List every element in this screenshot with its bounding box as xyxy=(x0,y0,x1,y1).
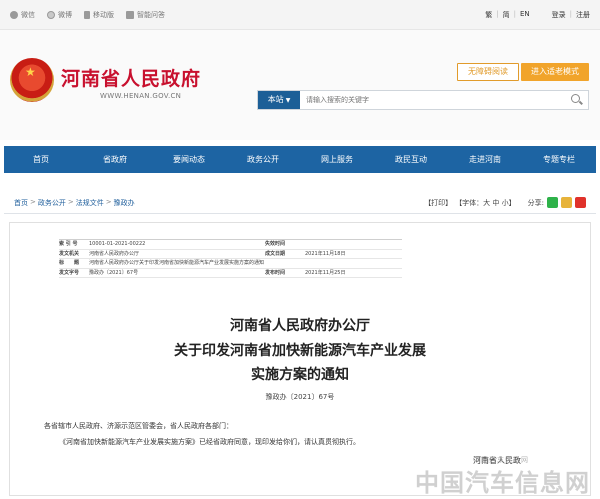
meta-value xyxy=(305,240,402,249)
document-title-line: 关于印发河南省加快新能源汽车产业发展 xyxy=(174,343,426,359)
meta-value: 2021年11月18日 xyxy=(305,250,346,257)
search-input[interactable] xyxy=(306,92,556,108)
barrier-free-button[interactable]: 无障碍阅读 xyxy=(457,63,519,81)
nav-interaction[interactable]: 政民互动 xyxy=(374,146,448,173)
font-size-control[interactable]: 【字体：大 中 小】 xyxy=(455,198,515,208)
meta-value: 河南省人民政府办公厅关于印发河南省加快新能源汽车产业发展实施方案的通知 xyxy=(89,260,265,266)
weibo-icon xyxy=(47,11,55,19)
meta-value: 10001-01-2021-00222 xyxy=(89,241,146,247)
separator: | xyxy=(513,10,516,18)
main-nav: 首页 省政府 要闻动态 政务公开 网上服务 政民互动 走进河南 专题专栏 xyxy=(4,146,596,173)
top-links: 微信 微博 移动版 智能问答 xyxy=(10,10,165,20)
crumb-gov-affairs[interactable]: 政务公开 xyxy=(38,198,66,208)
document-number: 豫政办〔2021〕67号 xyxy=(265,393,335,401)
crumb-separator: > xyxy=(105,198,112,206)
weibo-share-icon[interactable] xyxy=(575,197,586,208)
nav-gov-affairs[interactable]: 政务公开 xyxy=(226,146,300,173)
separator: | xyxy=(496,10,499,18)
qa-link[interactable]: 智能问答 xyxy=(126,10,165,20)
login-link[interactable]: 登录 xyxy=(552,10,566,20)
watermark: 中国汽车信息网 中国汽车信息网 xyxy=(415,456,590,498)
lang-simplified[interactable]: 简 xyxy=(503,10,510,20)
meta-key: 发文字号 xyxy=(59,269,80,276)
register-link[interactable]: 注册 xyxy=(576,10,590,20)
share-label: 分享: xyxy=(527,198,544,207)
search-scope-select[interactable]: 本站 ▼ xyxy=(258,91,300,109)
meta-row: 索 引 号 10001-01-2021-00222 失效时间 xyxy=(59,240,402,250)
qa-icon xyxy=(126,11,134,19)
meta-key: 索 引 号 xyxy=(59,241,78,247)
meta-value: 豫政办〔2021〕67号 xyxy=(89,269,139,276)
mobile-link[interactable]: 移动版 xyxy=(84,10,114,20)
nav-provincial-gov[interactable]: 省政府 xyxy=(78,146,152,173)
breadcrumb-bar: 首页 > 政务公开 > 法规文件 > 豫政办 【打印】 【字体：大 中 小】 分享: xyxy=(4,190,596,214)
qzone-share-icon[interactable] xyxy=(561,197,572,208)
meta-row: 发文字号 豫政办〔2021〕67号 发布时间 2021年11月25日 xyxy=(59,269,402,278)
article-tools: 【打印】 【字体：大 中 小】 分享: xyxy=(424,197,586,208)
crumb-home[interactable]: 首页 xyxy=(14,198,28,208)
search-icon[interactable] xyxy=(571,94,580,103)
mobile-icon xyxy=(84,11,90,19)
nav-topics[interactable]: 专题专栏 xyxy=(522,146,596,173)
meta-key: 发布时间 xyxy=(265,269,286,276)
site-title[interactable]: 河南省人民政府 xyxy=(61,64,201,91)
wechat-share-icon[interactable] xyxy=(547,197,558,208)
breadcrumb: 首页 > 政务公开 > 法规文件 > 豫政办 xyxy=(14,198,135,208)
meta-value: 河南省人民政府办公厅 xyxy=(89,250,140,257)
document-meta-table: 索 引 号 10001-01-2021-00222 失效时间 发文机关 河南省人民政… xyxy=(59,239,402,278)
crumb-regulations[interactable]: 法规文件 xyxy=(76,198,104,208)
elder-mode-button[interactable]: 进入适老模式 xyxy=(521,63,589,81)
weibo-link[interactable]: 微博 xyxy=(47,10,72,20)
wechat-icon xyxy=(10,11,18,19)
nav-news[interactable]: 要闻动态 xyxy=(152,146,226,173)
document-title-line: 河南省人民政府办公厅 xyxy=(230,318,370,334)
search-box: 本站 ▼ xyxy=(257,90,589,110)
meta-key: 发文机关 xyxy=(59,250,80,257)
watermark-main: 中国汽车信息网 xyxy=(415,469,590,497)
wechat-link[interactable]: 微信 xyxy=(10,10,35,20)
crumb-separator: > xyxy=(67,198,74,206)
print-button[interactable]: 【打印】 xyxy=(424,198,452,208)
top-utility-bar: 微信 微博 移动版 智能问答 繁 | 简 | EN 登录 | 注册 xyxy=(0,0,600,30)
nav-home[interactable]: 首页 xyxy=(4,146,78,173)
lang-english[interactable]: EN xyxy=(520,10,530,20)
crumb-separator: > xyxy=(30,198,36,206)
crumb-yuzhengban[interactable]: 豫政办 xyxy=(114,198,135,208)
nav-henan[interactable]: 走进河南 xyxy=(448,146,522,173)
lang-account-links: 繁 | 简 | EN 登录 | 注册 xyxy=(485,10,590,20)
document-salutation: 各省辖市人民政府、济源示范区管委会，省人民政府各部门： xyxy=(44,422,233,430)
meta-value: 2021年11月25日 xyxy=(305,269,346,276)
watermark-sub: 中国汽车信息网 xyxy=(473,456,529,464)
meta-row: 标 题 河南省人民政府办公厅关于印发河南省加快新能源汽车产业发展实施方案的通知 xyxy=(59,259,402,269)
separator: | xyxy=(569,10,572,18)
site-url: WWW.HENAN.GOV.CN xyxy=(100,92,182,100)
meta-key: 标 题 xyxy=(59,260,80,266)
national-emblem-icon: ★ xyxy=(10,58,54,102)
meta-row: 发文机关 河南省人民政府办公厅 成文日期 2021年11月18日 xyxy=(59,250,402,259)
meta-key: 失效时间 xyxy=(265,241,286,247)
nav-online-services[interactable]: 网上服务 xyxy=(300,146,374,173)
lang-traditional[interactable]: 繁 xyxy=(485,10,492,20)
document-title-line: 实施方案的通知 xyxy=(251,367,349,383)
document-body: 《河南省加快新能源汽车产业发展实施方案》已经省政府同意，现印发给你们，请认真贯彻… xyxy=(59,438,360,446)
star-icon: ★ xyxy=(25,65,36,79)
chevron-down-icon: ▼ xyxy=(285,97,291,104)
meta-key: 成文日期 xyxy=(265,250,286,257)
